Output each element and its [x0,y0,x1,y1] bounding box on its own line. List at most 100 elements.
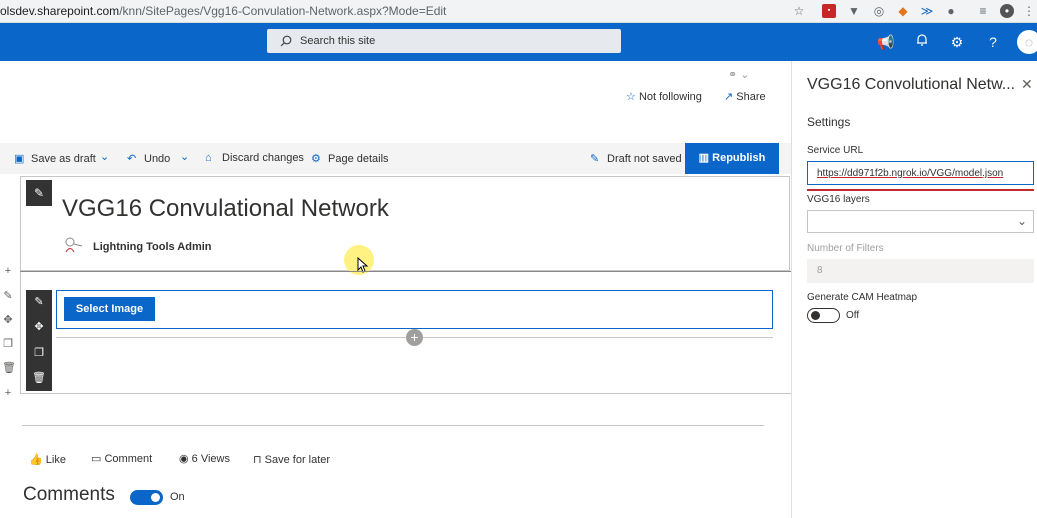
views-count: ◉ 6 Views [179,452,230,465]
section-move-icon[interactable]: ✥ [2,314,14,326]
number-of-filters-value: 8 [817,265,823,276]
heatmap-toggle-state: Off [846,310,860,321]
search-icon [280,35,292,47]
content-divider [22,425,764,426]
comment-icon: ▭ [91,453,102,465]
edit-title-pencil-icon[interactable]: ✎ [26,180,52,206]
section-duplicate-icon[interactable]: ❐ [2,338,14,350]
like-label: Like [45,454,66,466]
pencil-icon: ✎ [590,153,600,165]
bell-icon[interactable] [913,33,931,51]
page-title[interactable]: VGG16 Convulational Network [62,195,389,223]
save-icon: ▣ [14,153,25,165]
add-section-plus-icon[interactable]: + [2,265,14,277]
section-edit-icon[interactable]: ✎ [2,290,14,302]
close-icon[interactable]: ✕ [1021,76,1033,93]
title-region[interactable] [20,176,790,271]
profile-avatar-icon[interactable]: • [1000,4,1014,18]
comments-toggle[interactable] [130,490,163,505]
extension-circle-icon[interactable]: ◎ [872,4,886,18]
author-name[interactable]: Lightning Tools Admin [93,241,212,253]
webpart-delete-icon[interactable]: 🗑 [26,366,52,390]
extension-globe-icon[interactable]: ● [944,4,958,18]
undo-icon: ↶ [127,153,137,165]
comments-toggle-state: On [170,491,185,503]
chevron-down-icon: ⌄ [1016,214,1027,228]
comment-label: Comment [104,453,153,465]
property-pane: VGG16 Convolutional Netw... ✕ Settings S… [791,61,1037,518]
url-path: /knn/SitePages/Vgg16-Convulation-Network… [119,4,447,18]
page-details-button[interactable]: ⚙ Page details [311,152,389,165]
user-avatar-icon[interactable]: ◌ [1017,30,1037,54]
bookmark-icon: ⊓ [253,454,262,466]
extension-chevrons-icon[interactable]: ≫ [920,4,934,18]
section-divider-bottom [20,393,791,394]
browser-address-bar[interactable]: olsdev.sharepoint.com/knn/SitePages/Vgg1… [0,0,1037,23]
comments-toggle-knob [151,493,160,502]
chevron-down-icon[interactable]: ⌄ [100,150,109,163]
share-label: Share [736,91,766,103]
save-as-draft-label: Save as draft [31,153,96,165]
save-for-later-label: Save for later [264,454,331,466]
webpart-frame[interactable] [56,290,773,329]
share-button[interactable]: ↗ Share [724,90,766,103]
discard-icon: ⌂ [205,152,212,164]
page-details-label: Page details [328,153,389,165]
reading-list-icon[interactable]: ≡ [976,4,990,18]
browser-menu-icon[interactable]: ⋮ [1022,4,1036,18]
share-dropdown-icon[interactable]: ⚭ ⌄ [728,68,750,81]
not-following-button[interactable]: ☆ Not following [626,90,702,103]
service-url-label: Service URL [807,145,864,156]
add-section-bottom-plus-icon[interactable]: + [2,387,14,399]
extension-red-icon[interactable]: ▪ [822,4,836,18]
gear-icon: ⚙ [311,153,321,165]
draft-status-label: Draft not saved [607,153,682,165]
webpart-edit-pencil-icon[interactable]: ✎ [26,290,52,314]
star-icon[interactable]: ☆ [792,4,806,18]
heatmap-toggle[interactable] [807,308,840,323]
add-webpart-plus-icon[interactable]: + [406,329,423,346]
republish-button[interactable]: ▥ Republish [685,143,779,174]
number-of-filters-label: Number of Filters [807,243,884,254]
extension-v-icon[interactable]: ▼ [847,4,861,18]
save-for-later-button[interactable]: ⊓ Save for later [253,453,330,466]
comments-heading: Comments [23,484,115,505]
select-image-button[interactable]: Select Image [64,297,155,321]
undo-button[interactable]: ↶ Undo [127,152,170,165]
section-delete-icon[interactable]: 🗑 [2,362,16,374]
eye-icon: ◉ [179,453,189,465]
save-as-draft-button[interactable]: ▣ Save as draft [14,152,96,165]
gear-icon[interactable]: ⚙ [948,33,966,51]
url-text[interactable]: olsdev.sharepoint.com/knn/SitePages/Vgg1… [0,4,446,18]
settings-heading: Settings [807,115,851,129]
service-url-field[interactable]: https://dd971f2b.ngrok.io/VGG/model.json [807,161,1034,185]
webpart-move-icon[interactable]: ✥ [26,315,52,339]
republish-icon: ▥ [698,152,710,164]
star-outline-icon: ☆ [626,91,636,103]
views-label: 6 Views [191,453,230,465]
discard-changes-button[interactable]: ⌂ Discard changes [205,152,304,164]
webpart-toolbar: ✎ ✥ ❐ 🗑 [26,290,52,391]
command-bar: ▣ Save as draft ⌄ ↶ Undo ⌄ ⌂ Discard change… [0,143,791,174]
pane-title: VGG16 Convolutional Netw... [807,76,1016,93]
extension-fox-icon[interactable]: ◆ [896,4,910,18]
url-host: olsdev.sharepoint.com [0,4,120,18]
thumbs-up-icon: 👍 [29,454,43,466]
heatmap-toggle-knob [811,311,820,320]
undo-label: Undo [144,153,171,165]
page-canvas: ⚭ ⌄ ☆ Not following ↗ Share ▣ Save as dra… [0,61,791,518]
undo-chevron-down-icon[interactable]: ⌄ [180,150,189,163]
not-following-label: Not following [638,91,702,103]
author-avatar-icon [65,237,83,253]
discard-changes-label: Discard changes [222,152,304,164]
search-placeholder: Search this site [300,35,376,47]
megaphone-icon[interactable]: 📢 [877,33,895,51]
vgg16-layers-dropdown[interactable]: ⌄ [807,210,1034,233]
service-url-value: https://dd971f2b.ngrok.io/VGG/model.json [817,168,1004,179]
help-icon[interactable]: ? [984,33,1002,51]
site-search-box[interactable]: Search this site [267,29,621,53]
webpart-duplicate-icon[interactable]: ❐ [26,341,52,365]
comment-button[interactable]: ▭ Comment [91,452,152,465]
like-button[interactable]: 👍 Like [29,453,66,466]
republish-label: Republish [712,152,766,164]
